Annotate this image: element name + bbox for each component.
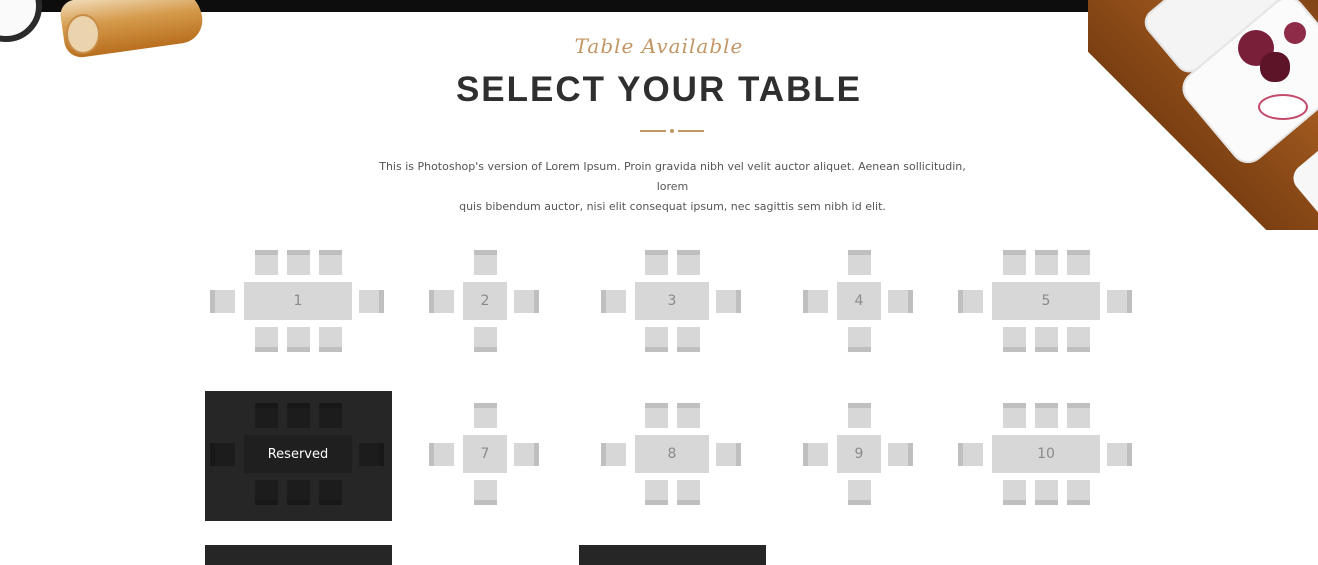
- table-cell-10[interactable]: 10: [953, 391, 1140, 521]
- table-number: 5: [992, 282, 1100, 320]
- table-number: 4: [837, 282, 881, 320]
- chair: [677, 250, 700, 275]
- chair: [319, 250, 342, 275]
- table-cell-7[interactable]: 7: [392, 391, 579, 521]
- chair: [677, 403, 700, 428]
- chair: [601, 443, 626, 466]
- chair: [645, 250, 668, 275]
- table-number: 10: [992, 435, 1100, 473]
- table-cell-4[interactable]: 4: [766, 238, 953, 368]
- chair: [848, 250, 871, 275]
- description-line: quis bibendum auctor, nisi elit consequa…: [459, 200, 886, 213]
- chair: [677, 480, 700, 505]
- chair: [888, 290, 913, 313]
- chair: [716, 443, 741, 466]
- chair: [474, 480, 497, 505]
- chair: [514, 443, 539, 466]
- chair: [319, 403, 342, 428]
- table-number: 2: [463, 282, 507, 320]
- chair: [255, 480, 278, 505]
- chair: [1067, 327, 1090, 352]
- chair: [958, 443, 983, 466]
- chair: [474, 250, 497, 275]
- table-cell-reserved-partial[interactable]: [205, 545, 392, 565]
- chair: [474, 403, 497, 428]
- chair: [803, 443, 828, 466]
- chair: [1035, 403, 1058, 428]
- table-number: 3: [635, 282, 709, 320]
- chair: [1067, 480, 1090, 505]
- table-cell-3[interactable]: 3: [579, 238, 766, 368]
- chair: [1067, 403, 1090, 428]
- table-number: 1: [244, 282, 352, 320]
- section-title: SELECT YOUR TABLE: [455, 70, 863, 109]
- table-number: Reserved: [244, 435, 352, 473]
- chair: [319, 480, 342, 505]
- chair: [210, 443, 235, 466]
- chair: [287, 250, 310, 275]
- chair: [1067, 250, 1090, 275]
- chair: [514, 290, 539, 313]
- chair: [848, 327, 871, 352]
- chair: [645, 327, 668, 352]
- chair: [1003, 403, 1026, 428]
- table-cell-8[interactable]: 8: [579, 391, 766, 521]
- table-number: 7: [463, 435, 507, 473]
- table-number: 8: [635, 435, 709, 473]
- chair: [803, 290, 828, 313]
- chair: [888, 443, 913, 466]
- chair: [601, 290, 626, 313]
- chair: [677, 327, 700, 352]
- chair: [1003, 480, 1026, 505]
- chair: [848, 480, 871, 505]
- chair: [958, 290, 983, 313]
- chair: [716, 290, 741, 313]
- chair: [429, 443, 454, 466]
- chair: [848, 403, 871, 428]
- section-description: This is Photoshop's version of Lorem Ips…: [370, 157, 975, 217]
- chair: [1035, 480, 1058, 505]
- chair: [287, 327, 310, 352]
- table-number: 9: [837, 435, 881, 473]
- table-cell-1[interactable]: 1: [205, 238, 392, 368]
- chair: [210, 290, 235, 313]
- chair: [1035, 327, 1058, 352]
- chair: [255, 250, 278, 275]
- chair: [255, 327, 278, 352]
- chair: [287, 480, 310, 505]
- chair: [1107, 443, 1132, 466]
- table-cell-2[interactable]: 2: [392, 238, 579, 368]
- chair: [255, 403, 278, 428]
- table-cell-5[interactable]: 5: [953, 238, 1140, 368]
- table-cell-9[interactable]: 9: [766, 391, 953, 521]
- chair: [287, 403, 310, 428]
- chair: [319, 327, 342, 352]
- title-divider: [640, 126, 704, 136]
- chair: [645, 403, 668, 428]
- chair: [1107, 290, 1132, 313]
- chair: [429, 290, 454, 313]
- chair: [359, 290, 384, 313]
- chair: [645, 480, 668, 505]
- chair: [1003, 327, 1026, 352]
- section-subtitle: Table Available: [574, 34, 744, 58]
- chair: [359, 443, 384, 466]
- table-cell-reserved-partial[interactable]: [579, 545, 766, 565]
- chair: [1003, 250, 1026, 275]
- chair: [474, 327, 497, 352]
- table-cell-reserved[interactable]: Reserved: [205, 391, 392, 521]
- chair: [1035, 250, 1058, 275]
- description-line: This is Photoshop's version of Lorem Ips…: [379, 160, 966, 193]
